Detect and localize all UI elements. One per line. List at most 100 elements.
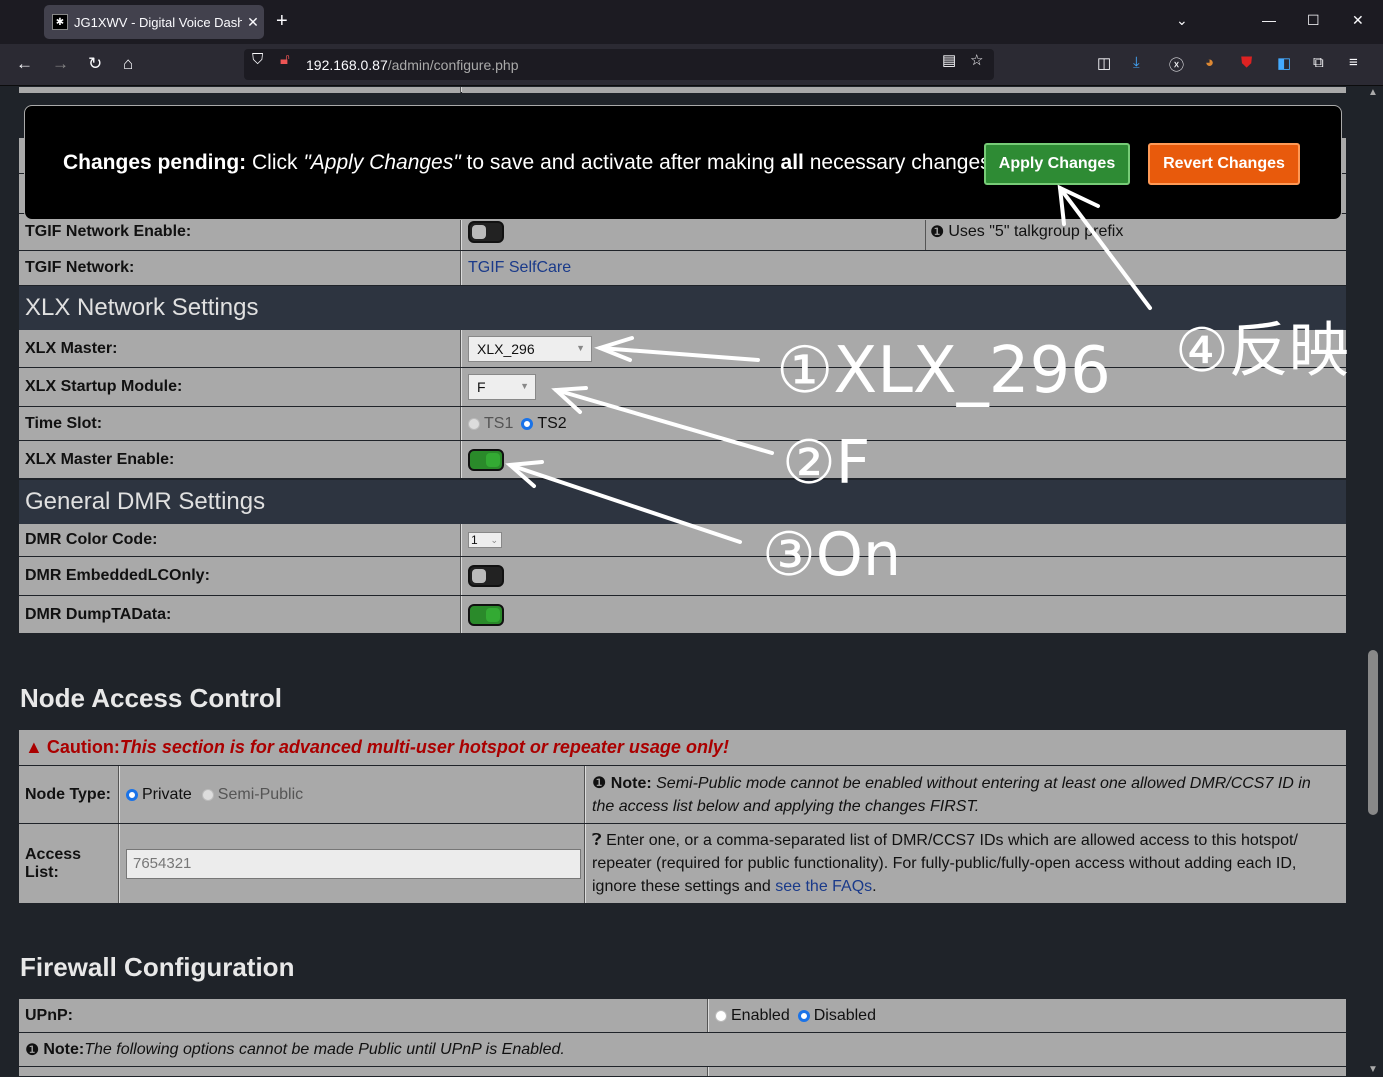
xlx-enable-label: XLX Master Enable: — [19, 441, 461, 478]
apply-changes-button[interactable]: Apply Changes — [984, 143, 1130, 185]
xlx-master-row: XLX Master: XLX_296 ▼ — [19, 330, 1346, 368]
xlx-enable-cell — [462, 441, 1346, 478]
scroll-thumb[interactable] — [1368, 650, 1378, 815]
browser-tabbar: ✱ JG1XWV - Digital Voice Dashbo ✕ + ⌄ — … — [0, 0, 1383, 44]
banner-text3: necessary changes. — [803, 150, 997, 174]
back-icon[interactable]: ← — [16, 54, 33, 74]
tgif-network-row: TGIF Network: TGIF SelfCare — [19, 251, 1346, 286]
extensions-puzzle-icon[interactable]: ⧉ — [1313, 54, 1324, 71]
banner-strong: Changes pending: — [63, 150, 247, 174]
annotation-2: ②F — [782, 428, 871, 498]
bookmark-star-icon[interactable]: ☆ — [970, 51, 983, 69]
upnp-row: UPnP: Enabled Disabled — [19, 999, 1346, 1033]
dmr-dump-toggle[interactable] — [468, 603, 504, 626]
new-tab-icon[interactable]: + — [276, 10, 288, 33]
private-label: Private — [142, 785, 192, 803]
annotation-4: ④反映 — [1175, 316, 1349, 386]
dmr-dump-label: DMR DumpTAData: — [19, 596, 461, 633]
close-tab-icon[interactable]: ✕ — [242, 14, 264, 31]
access-list-label: Access List: — [19, 824, 119, 903]
access-list-input[interactable]: 7654321 — [126, 848, 581, 879]
access-list-note: ❓︎ Enter one, or a comma-separated list … — [586, 824, 1346, 903]
home-icon[interactable]: ⌂ — [123, 54, 133, 74]
tgif-selfcare-link[interactable]: TGIF SelfCare — [468, 259, 571, 277]
tgif-network-cell: TGIF SelfCare — [462, 251, 1346, 285]
site-favicon-icon: ✱ — [52, 14, 68, 30]
ts2-radio[interactable] — [521, 417, 534, 430]
caution-strong: Caution: — [46, 737, 120, 757]
close-window-icon[interactable]: ✕ — [1352, 12, 1364, 29]
scroll-down-icon[interactable]: ▼ — [1368, 1064, 1378, 1075]
minimize-icon[interactable]: — — [1262, 12, 1276, 28]
firewall-note-strong: Note: — [43, 1040, 85, 1058]
upnp-label: UPnP: — [19, 999, 708, 1032]
access-list-note-text: Enter one, or a comma-separated list of … — [592, 832, 1298, 895]
upnp-disabled-label: Disabled — [813, 1006, 876, 1024]
upnp-enabled-radio[interactable] — [715, 1009, 727, 1022]
semi-public-radio[interactable] — [201, 788, 214, 801]
access-list-placeholder: 7654321 — [133, 855, 192, 872]
dmr-color-row: DMR Color Code: 1 ⌄ — [19, 524, 1346, 557]
ts2-label: TS2 — [537, 414, 567, 432]
tgif-network-label: TGIF Network: — [19, 251, 461, 285]
help-icon: ❓︎ — [592, 832, 602, 849]
url-host: 192.168.0.87 — [306, 56, 388, 73]
extension-x-icon[interactable]: ⓧ — [1169, 54, 1184, 75]
semi-public-label: Semi-Public — [217, 785, 304, 803]
caution-text: This section is for advanced multi-user … — [119, 737, 729, 757]
list-tabs-icon[interactable]: ⌄ — [1176, 12, 1188, 29]
dmr-color-label: DMR Color Code: — [19, 524, 461, 556]
firewall-note-row: ❶ Note: The following options cannot be m… — [19, 1033, 1346, 1067]
shield-icon[interactable]: ⛉ — [252, 51, 263, 68]
xlx-master-label: XLX Master: — [19, 330, 461, 367]
tab-title: JG1XWV - Digital Voice Dashbo — [74, 14, 242, 30]
ts1-radio[interactable] — [468, 417, 480, 430]
dmr-embedded-cell — [462, 557, 1346, 595]
firewall-note-text: The following options cannot be made Pub… — [84, 1040, 565, 1058]
menu-hamburger-icon[interactable]: ≡ — [1349, 54, 1358, 71]
forward-icon[interactable]: → — [52, 54, 69, 74]
time-slot-cell: TS1 TS2 — [462, 407, 1346, 440]
dmr-embedded-toggle[interactable] — [468, 565, 504, 587]
access-list-row: Access List: 7654321 ❓︎ Enter one, or a … — [19, 824, 1346, 904]
xlx-master-select[interactable]: XLX_296 ▼ — [468, 335, 592, 362]
insecure-lock-icon[interactable]: 🔓︎ — [280, 51, 290, 68]
tgif-enable-toggle[interactable] — [468, 221, 504, 243]
revert-changes-button[interactable]: Revert Changes — [1148, 143, 1300, 185]
maximize-icon[interactable]: ☐ — [1307, 12, 1320, 29]
info-icon: ❶ — [25, 1041, 40, 1059]
xlx-master-value: XLX_296 — [477, 340, 535, 357]
access-list-cell: 7654321 — [120, 824, 585, 903]
dmr-embedded-row: DMR EmbeddedLCOnly: — [19, 557, 1346, 596]
xlx-enable-toggle[interactable] — [468, 448, 504, 471]
ts1-label: TS1 — [484, 414, 514, 432]
faq-end: . — [872, 878, 877, 895]
banner-em: "Apply Changes" — [303, 150, 461, 174]
node-type-row: Node Type: Private Semi-Public ❶ Note: S… — [19, 766, 1346, 824]
node-type-cell: Private Semi-Public — [120, 766, 585, 823]
dmr-color-select[interactable]: 1 ⌄ — [468, 532, 502, 548]
private-radio[interactable] — [126, 788, 138, 801]
banner-text1: Click — [246, 150, 304, 174]
reader-view-icon[interactable]: ▤ — [942, 51, 956, 69]
upnp-disabled-radio[interactable] — [797, 1009, 810, 1022]
download-icon[interactable]: ⤓ — [1133, 54, 1140, 71]
pocket-icon[interactable]: ◫ — [1097, 54, 1111, 72]
node-type-note-text: Semi-Public mode cannot be enabled witho… — [592, 775, 1311, 815]
reload-icon[interactable]: ↻ — [88, 54, 102, 74]
xlx-module-select[interactable]: F ▼ — [468, 374, 536, 400]
extension-translate-icon[interactable]: ◧ — [1277, 54, 1291, 72]
extension-cookie-icon[interactable]: ◕ — [1205, 54, 1214, 71]
chevron-down-icon: ▼ — [520, 381, 529, 391]
url-path: /admin/configure.php — [387, 56, 519, 73]
info-icon: ❶ — [930, 224, 945, 241]
scroll-up-icon[interactable]: ▲ — [1368, 87, 1378, 98]
browser-tab[interactable]: ✱ JG1XWV - Digital Voice Dashbo ✕ — [44, 5, 264, 39]
ublock-icon[interactable]: ⛊ — [1241, 54, 1252, 71]
hidden-row — [19, 1067, 1346, 1077]
page-scrollbar[interactable]: ▲ ▼ — [1364, 87, 1383, 1077]
faq-link[interactable]: see the FAQs — [775, 878, 872, 895]
time-slot-row: Time Slot: TS1 TS2 — [19, 407, 1346, 441]
url-bar[interactable]: 192.168.0.87/admin/configure.php — [244, 49, 994, 80]
dmr-color-cell: 1 ⌄ — [462, 524, 1346, 556]
